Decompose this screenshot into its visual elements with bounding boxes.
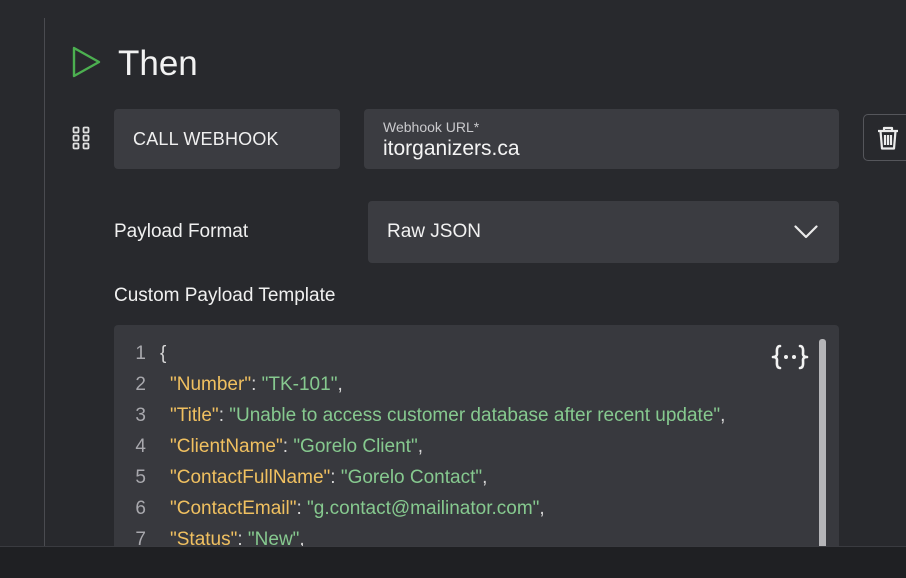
json-key: "ClientName" xyxy=(170,436,283,457)
json-key: "Status" xyxy=(170,529,238,547)
line-number: 3 xyxy=(135,405,146,426)
payload-code-editor[interactable]: 1 { 2 "Number": "TK-101", 3 "Title": "Un… xyxy=(114,325,839,547)
webhook-url-label: Webhook URL* xyxy=(383,119,480,135)
webhook-url-value[interactable]: itorganizers.ca xyxy=(383,137,520,161)
section-title: Then xyxy=(118,44,198,83)
line-number: 2 xyxy=(135,374,146,395)
action-type-field[interactable]: CALL WEBHOOK xyxy=(114,109,340,169)
json-value: "TK-101" xyxy=(261,374,338,395)
json-value: "New" xyxy=(247,529,300,547)
chevron-down-icon xyxy=(794,225,818,239)
section-divider xyxy=(44,18,45,546)
line-number: 1 xyxy=(135,343,146,364)
payload-format-select[interactable]: Raw JSON xyxy=(368,201,839,263)
json-value: "Gorelo Client" xyxy=(293,436,418,457)
json-key: "ContactFullName" xyxy=(170,467,331,488)
format-json-icon[interactable] xyxy=(771,343,809,371)
json-key: "Number" xyxy=(170,374,252,395)
play-outline-icon xyxy=(72,46,101,78)
webhook-url-field[interactable]: Webhook URL* itorganizers.ca xyxy=(364,109,839,169)
delete-action-button[interactable] xyxy=(863,114,906,161)
json-value: "Unable to access customer database afte… xyxy=(229,405,721,426)
line-number: 6 xyxy=(135,498,146,519)
json-value: "Gorelo Contact" xyxy=(340,467,483,488)
bottom-bar xyxy=(0,546,906,578)
json-key: "Title" xyxy=(170,405,219,426)
action-type-label: CALL WEBHOOK xyxy=(133,128,279,149)
custom-payload-template-label: Custom Payload Template xyxy=(114,285,336,306)
line-number: 4 xyxy=(135,436,146,457)
json-value: "g.contact@mailinator.com" xyxy=(307,498,540,519)
drag-handle-icon[interactable] xyxy=(72,126,90,150)
line-number: 5 xyxy=(135,467,146,488)
payload-format-value: Raw JSON xyxy=(387,221,481,242)
json-brace: { xyxy=(160,343,167,364)
line-number: 7 xyxy=(135,529,146,547)
trash-icon xyxy=(878,126,898,150)
payload-format-label: Payload Format xyxy=(114,221,249,242)
json-key: "ContactEmail" xyxy=(170,498,297,519)
editor-scrollbar[interactable] xyxy=(819,339,826,547)
